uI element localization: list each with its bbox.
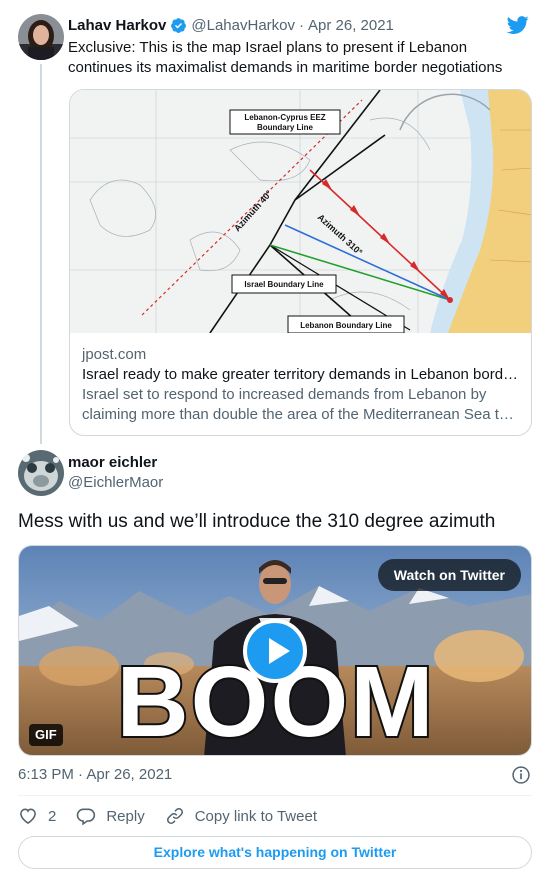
like-button[interactable]: 2 bbox=[18, 806, 56, 826]
info-icon[interactable] bbox=[511, 765, 531, 785]
copy-link-button[interactable]: Copy link to Tweet bbox=[165, 806, 317, 826]
play-icon[interactable] bbox=[243, 619, 307, 683]
action-bar: 2 Reply Copy link to Tweet bbox=[18, 804, 317, 828]
tweet-timestamp[interactable]: 6:13 PM · Apr 26, 2021 bbox=[18, 765, 172, 785]
eez-label-line1: Lebanon-Cyprus EEZ bbox=[244, 113, 325, 122]
lebanon-line-label: Lebanon Boundary Line bbox=[300, 321, 392, 330]
reply-button[interactable]: Reply bbox=[76, 806, 145, 826]
reply-label: Reply bbox=[106, 807, 145, 825]
gif-badge: GIF bbox=[29, 724, 63, 746]
link-title: Israel ready to make greater territory d… bbox=[82, 366, 519, 383]
heart-icon bbox=[20, 808, 36, 825]
link-description: Israel set to respond to increased deman… bbox=[82, 386, 514, 423]
avatar-lahav[interactable] bbox=[18, 14, 64, 60]
quoted-display-name[interactable]: Lahav Harkov bbox=[68, 17, 166, 34]
avatar-maor[interactable] bbox=[18, 450, 64, 496]
tweet-embed: Lahav Harkov @LahavHarkov · Apr 26, 2021… bbox=[0, 0, 550, 885]
quoted-tweet-text: Exclusive: This is the map Israel plans … bbox=[68, 39, 503, 76]
quoted-handle[interactable]: @LahavHarkov bbox=[191, 17, 295, 34]
link-domain: jpost.com bbox=[82, 346, 147, 363]
main-display-name[interactable]: maor eichler bbox=[68, 453, 157, 473]
link-meta: jpost.com Israel ready to make greater t… bbox=[82, 345, 520, 425]
map-image: Lebanon-Cyprus EEZ Boundary Line Azimuth… bbox=[70, 90, 531, 333]
main-tweet-text: Mess with us and we’ll introduce the 310… bbox=[18, 511, 496, 532]
reply-bubble-icon bbox=[77, 808, 96, 826]
watch-on-twitter-button[interactable]: Watch on Twitter bbox=[377, 559, 521, 591]
like-count: 2 bbox=[48, 807, 57, 825]
thread-connector bbox=[40, 64, 42, 444]
quoted-date[interactable]: Apr 26, 2021 bbox=[308, 17, 394, 34]
separator-dot: · bbox=[299, 16, 304, 34]
twitter-bird-icon[interactable] bbox=[506, 14, 530, 36]
eez-label-line2: Boundary Line bbox=[257, 123, 314, 132]
link-preview-card[interactable]: Lebanon-Cyprus EEZ Boundary Line Azimuth… bbox=[69, 89, 532, 436]
gif-media[interactable]: BOOM Watch on Twitter GIF bbox=[18, 545, 532, 756]
link-icon bbox=[166, 808, 183, 824]
quoted-author-row: Lahav Harkov @LahavHarkov · Apr 26, 2021 bbox=[68, 15, 394, 35]
divider bbox=[18, 795, 532, 796]
explore-button[interactable]: Explore what's happening on Twitter bbox=[18, 836, 532, 869]
copy-link-label: Copy link to Tweet bbox=[194, 807, 317, 825]
main-handle[interactable]: @EichlerMaor bbox=[68, 473, 163, 493]
israel-line-label: Israel Boundary Line bbox=[244, 280, 324, 289]
verified-badge-icon bbox=[171, 17, 187, 33]
